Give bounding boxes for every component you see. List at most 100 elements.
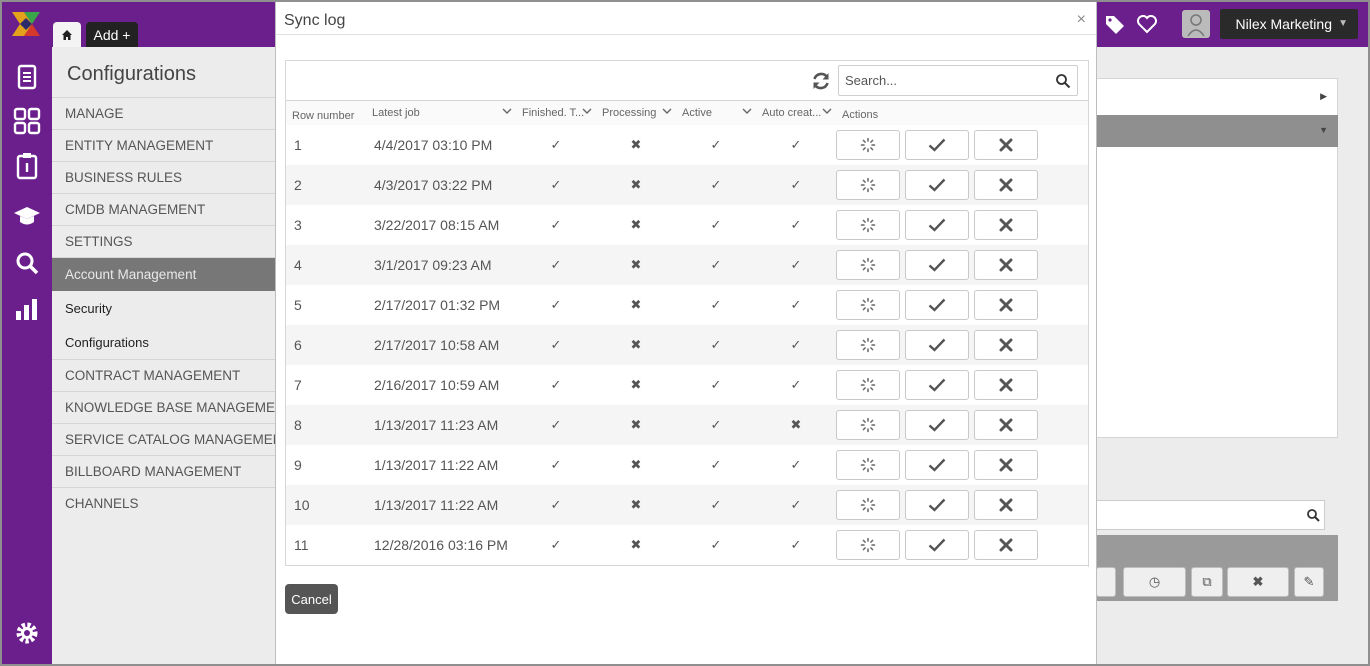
approve-button[interactable] [905,450,969,480]
process-button[interactable] [836,370,900,400]
column-header-finished[interactable]: Finished. T... [516,101,596,125]
table-row[interactable]: 3 3/22/2017 08:15 AM ✓ ✖ ✓ ✓ [286,205,1088,245]
finished-cell: ✓ [550,417,562,432]
document-icon[interactable] [13,63,41,91]
reject-button[interactable] [974,450,1038,480]
process-button[interactable] [836,330,900,360]
nav-item[interactable]: BILLBOARD MANAGEMENT [52,455,275,487]
reject-button[interactable] [974,170,1038,200]
nav-item[interactable]: ENTITY MANAGEMENT [52,129,275,161]
cancel-button[interactable]: Cancel [285,584,338,614]
app-logo-icon[interactable] [12,12,40,36]
background-copy-button[interactable]: ⧉ [1191,567,1223,597]
reject-button[interactable] [974,490,1038,520]
reject-button[interactable] [974,530,1038,560]
approve-button[interactable] [905,170,969,200]
reject-button[interactable] [974,210,1038,240]
actions-cell [836,445,1038,485]
nav-item[interactable]: BUSINESS RULES [52,161,275,193]
approve-button[interactable] [905,130,969,160]
nav-item[interactable]: SERVICE CATALOG MANAGEMENT [52,423,275,455]
caret-down-icon[interactable]: ▼ [1319,125,1328,135]
pencil-icon: ✎ [1303,574,1315,589]
background-search-input[interactable] [1096,500,1325,530]
reject-button[interactable] [974,370,1038,400]
approve-button[interactable] [905,530,969,560]
process-button[interactable] [836,450,900,480]
approve-button[interactable] [905,410,969,440]
nav-item[interactable]: SETTINGS [52,225,275,257]
add-tab-button[interactable]: Add + [86,22,138,47]
home-tab[interactable] [53,22,81,47]
gear-icon[interactable] [13,619,41,647]
close-icon[interactable]: × [1077,11,1086,29]
reject-button[interactable] [974,130,1038,160]
graduation-cap-icon[interactable] [13,202,41,230]
table-row[interactable]: 9 1/13/2017 11:22 AM ✓ ✖ ✓ ✓ [286,445,1088,485]
nav-item[interactable]: Configurations [52,325,275,359]
process-button[interactable] [836,130,900,160]
column-header-active[interactable]: Active [676,101,756,125]
user-menu-button[interactable]: Nilex Marketing ▼ [1219,9,1358,39]
search-icon[interactable] [1055,73,1071,89]
avatar[interactable] [1181,10,1210,38]
process-button[interactable] [836,410,900,440]
table-row[interactable]: 1 4/4/2017 03:10 PM ✓ ✖ ✓ ✓ [286,125,1088,165]
background-edit-button[interactable]: ✎ [1294,567,1324,597]
process-button[interactable] [836,250,900,280]
approve-button[interactable] [905,330,969,360]
refresh-icon[interactable] [810,70,832,92]
process-button[interactable] [836,170,900,200]
caret-right-icon[interactable]: ▶ [1320,91,1327,102]
chevron-down-icon[interactable] [742,106,752,116]
table-row[interactable]: 4 3/1/2017 09:23 AM ✓ ✖ ✓ ✓ [286,245,1088,285]
heart-icon[interactable] [1136,14,1158,34]
process-button[interactable] [836,210,900,240]
bar-chart-icon[interactable] [13,295,41,323]
table-row[interactable]: 8 1/13/2017 11:23 AM ✓ ✖ ✓ ✖ [286,405,1088,445]
search-icon[interactable] [13,249,41,277]
table-row[interactable]: 2 4/3/2017 03:22 PM ✓ ✖ ✓ ✓ [286,165,1088,205]
column-header-processing[interactable]: Processing [596,101,676,125]
process-button[interactable] [836,490,900,520]
reject-button[interactable] [974,290,1038,320]
nav-item[interactable]: Account Management [52,257,275,291]
table-row[interactable]: 6 2/17/2017 10:58 AM ✓ ✖ ✓ ✓ [286,325,1088,365]
process-button[interactable] [836,530,900,560]
nav-item[interactable]: KNOWLEDGE BASE MANAGEMENT [52,391,275,423]
approve-button[interactable] [905,250,969,280]
nav-item[interactable]: CONTRACT MANAGEMENT [52,359,275,391]
column-header-auto-created[interactable]: Auto creat... [756,101,836,125]
table-row[interactable]: 11 12/28/2016 03:16 PM ✓ ✖ ✓ ✓ [286,525,1088,565]
clipboard-icon[interactable] [13,152,41,180]
processing-cell: ✖ [630,297,642,312]
table-row[interactable]: 7 2/16/2017 10:59 AM ✓ ✖ ✓ ✓ [286,365,1088,405]
approve-button[interactable] [905,210,969,240]
search-input[interactable] [839,66,1077,95]
tag-icon[interactable] [1104,14,1126,34]
nav-item[interactable]: Security [52,291,275,325]
reject-button[interactable] [974,250,1038,280]
approve-button[interactable] [905,490,969,520]
nav-item[interactable]: CMDB MANAGEMENT [52,193,275,225]
grid-icon[interactable] [13,107,41,135]
chevron-down-icon[interactable] [582,106,592,116]
chevron-down-icon[interactable] [502,106,512,116]
background-button[interactable] [1096,567,1116,597]
nav-item[interactable]: MANAGE [52,97,275,129]
processing-cell: ✖ [630,497,642,512]
chevron-down-icon[interactable] [662,106,672,116]
column-header-latest-job[interactable]: Latest job [366,101,516,125]
reject-button[interactable] [974,410,1038,440]
approve-button[interactable] [905,290,969,320]
approve-button[interactable] [905,370,969,400]
process-button[interactable] [836,290,900,320]
chevron-down-icon[interactable] [822,106,832,116]
table-row[interactable]: 5 2/17/2017 01:32 PM ✓ ✖ ✓ ✓ [286,285,1088,325]
background-clock-button[interactable]: ◷ [1123,567,1186,597]
nav-item[interactable]: CHANNELS [52,487,275,519]
reject-button[interactable] [974,330,1038,360]
table-row[interactable]: 10 1/13/2017 11:22 AM ✓ ✖ ✓ ✓ [286,485,1088,525]
background-delete-button[interactable]: ✖ [1227,567,1289,597]
times-icon [999,298,1013,312]
